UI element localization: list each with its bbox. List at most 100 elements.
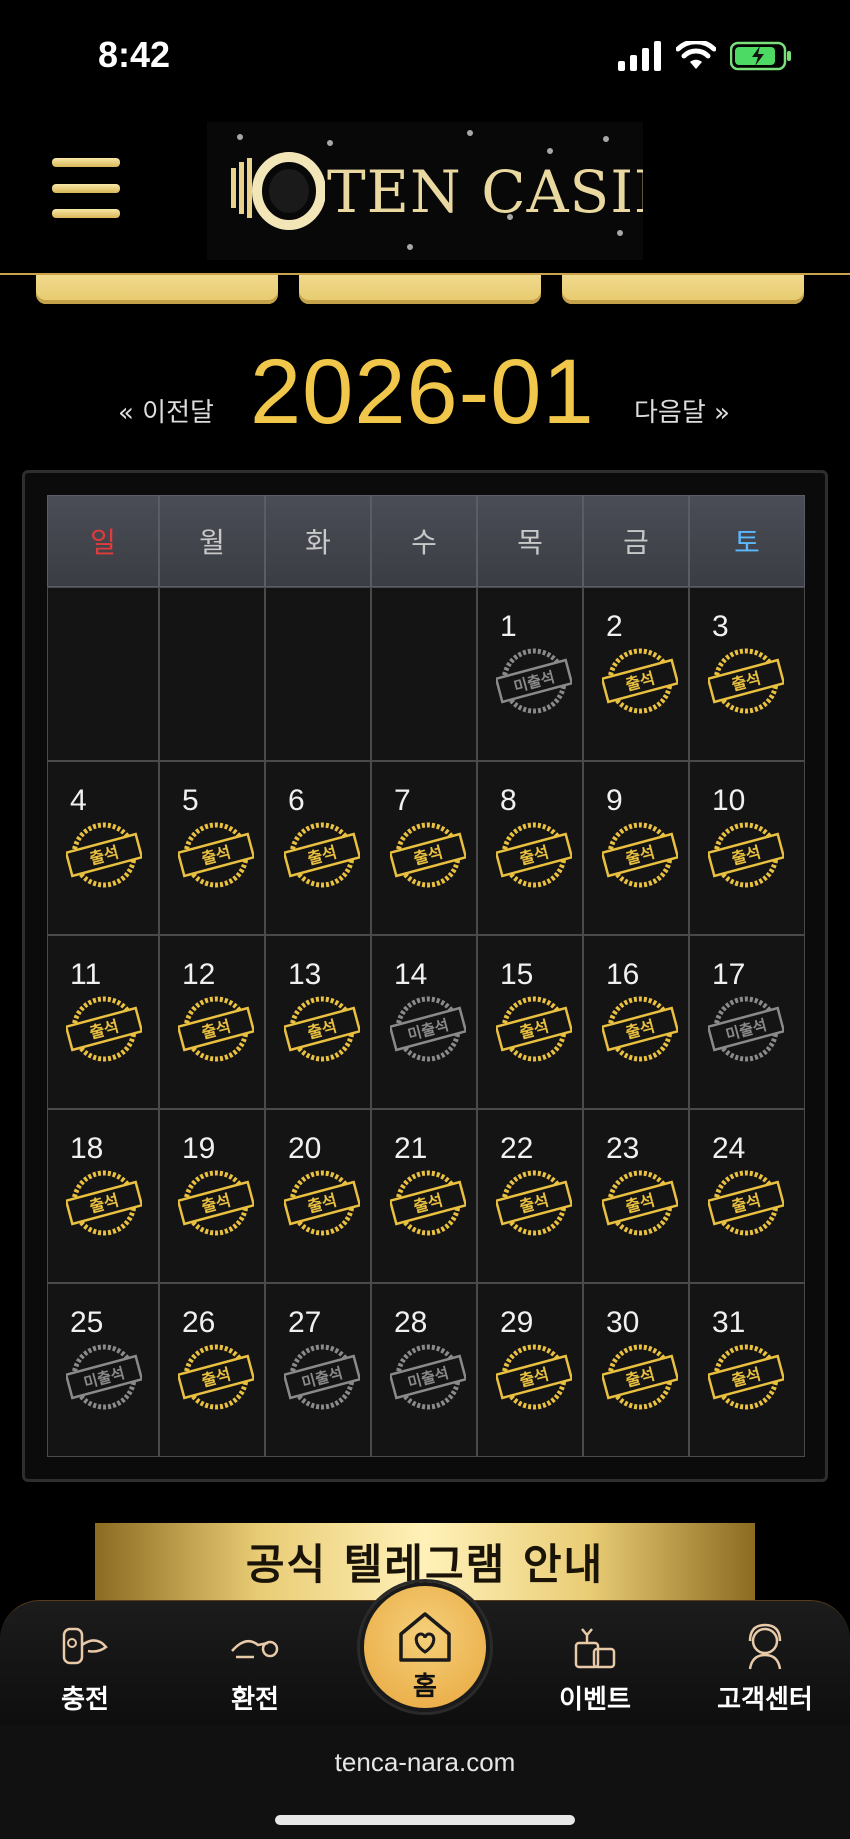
calendar-day-cell[interactable]: 6 출석 (265, 761, 371, 935)
attendance-stamp-icon: 출석 (496, 996, 572, 1062)
day-number: 21 (394, 1132, 428, 1165)
day-number: 23 (606, 1132, 640, 1165)
deposit-icon (62, 1627, 108, 1665)
wifi-icon (676, 41, 716, 69)
calendar-day-cell[interactable]: 8 출석 (477, 761, 583, 935)
day-number: 9 (606, 784, 623, 817)
home-heart-icon (399, 1612, 451, 1662)
day-number: 11 (70, 958, 102, 991)
nav-withdraw[interactable]: 환전 (170, 1601, 340, 1726)
day-number: 10 (712, 784, 746, 817)
calendar-day-cell[interactable]: 21 출석 (371, 1109, 477, 1283)
calendar-day-cell[interactable]: 18 출석 (47, 1109, 159, 1283)
attendance-stamp-icon: 출석 (708, 1344, 784, 1410)
attendance-stamp-icon: 출석 (66, 1170, 142, 1236)
attendance-stamp-icon: 출석 (602, 1344, 678, 1410)
calendar-day-cell[interactable]: 25 미출석 (47, 1283, 159, 1457)
nav-label-home: 홈 (413, 1672, 437, 1702)
calendar-day-cell[interactable]: 13 출석 (265, 935, 371, 1109)
attendance-stamp-icon: 출석 (66, 822, 142, 888)
day-number: 30 (606, 1306, 640, 1339)
hamburger-menu-icon[interactable] (52, 158, 120, 218)
calendar-empty-cell (371, 587, 477, 761)
calendar-day-cell[interactable]: 4 출석 (47, 761, 159, 935)
calendar-day-cell[interactable]: 14 미출석 (371, 935, 477, 1109)
day-number: 22 (500, 1132, 534, 1165)
nav-deposit[interactable]: 충전 (0, 1601, 170, 1726)
calendar-day-cell[interactable]: 16 출석 (583, 935, 689, 1109)
day-number: 18 (70, 1132, 104, 1165)
calendar-day-cell[interactable]: 10 출석 (689, 761, 805, 935)
attendance-stamp-icon: 출석 (284, 1170, 360, 1236)
calendar-day-cell[interactable]: 12 출석 (159, 935, 265, 1109)
absence-stamp-icon: 미출석 (496, 648, 572, 714)
prev-month-link[interactable]: « 이전달 (118, 392, 214, 429)
weekday-header-cell: 목 (477, 495, 583, 587)
attendance-stamp-icon: 출석 (708, 1170, 784, 1236)
calendar-week-row: 25 미출석 26 출석 27 미출석 28 미출석 29 출석 30 출석 31 출석 (47, 1283, 805, 1457)
home-indicator (275, 1815, 575, 1825)
absence-stamp-icon: 미출석 (284, 1344, 360, 1410)
day-number: 31 (712, 1306, 746, 1339)
calendar-day-cell[interactable]: 20 출석 (265, 1109, 371, 1283)
calendar-day-cell[interactable]: 7 출석 (371, 761, 477, 935)
day-number: 27 (288, 1306, 322, 1339)
day-number: 20 (288, 1132, 322, 1165)
attendance-stamp-icon: 출석 (602, 996, 678, 1062)
next-month-link[interactable]: 다음달 » (634, 392, 730, 429)
calendar-day-cell[interactable]: 22 출석 (477, 1109, 583, 1283)
attendance-stamp-icon: 출석 (284, 822, 360, 888)
calendar-week-row: 1 미출석 2 출석 3 출석 (47, 587, 805, 761)
logo-emblem-icon (231, 152, 325, 230)
calendar-day-cell[interactable]: 26 출석 (159, 1283, 265, 1457)
calendar-week-row: 4 출석 5 출석 6 출석 7 출석 8 출석 9 출석 10 출석 (47, 761, 805, 935)
calendar-day-cell[interactable]: 23 출석 (583, 1109, 689, 1283)
calendar-day-cell[interactable]: 2 출석 (583, 587, 689, 761)
calendar-day-cell[interactable]: 15 출석 (477, 935, 583, 1109)
calendar-day-cell[interactable]: 27 미출석 (265, 1283, 371, 1457)
calendar-day-cell[interactable]: 17 미출석 (689, 935, 805, 1109)
calendar-day-cell[interactable]: 19 출석 (159, 1109, 265, 1283)
day-number: 19 (182, 1132, 216, 1165)
browser-url-bar[interactable]: tenca-nara.com (0, 1725, 850, 1839)
day-number: 1 (500, 610, 517, 643)
nav-home-button[interactable]: 홈 (360, 1582, 490, 1712)
calendar-empty-cell (265, 587, 371, 761)
gift-icon (574, 1628, 616, 1669)
calendar-day-cell[interactable]: 5 출석 (159, 761, 265, 935)
day-number: 7 (394, 784, 411, 817)
attendance-stamp-icon: 출석 (390, 822, 466, 888)
nav-event[interactable]: 이벤트 (510, 1601, 680, 1726)
logo-text: TEN CASINO (327, 158, 643, 226)
day-number: 15 (500, 958, 534, 991)
calendar-day-cell[interactable]: 31 출석 (689, 1283, 805, 1457)
attendance-stamp-icon: 출석 (496, 1170, 572, 1236)
weekday-header: 일월화수목금토 (47, 495, 805, 587)
attendance-stamp-icon: 출석 (602, 822, 678, 888)
support-icon (748, 1623, 782, 1670)
calendar-day-cell[interactable]: 9 출석 (583, 761, 689, 935)
calendar-day-cell[interactable]: 28 미출석 (371, 1283, 477, 1457)
calendar-day-cell[interactable]: 3 출석 (689, 587, 805, 761)
calendar-day-cell[interactable]: 30 출석 (583, 1283, 689, 1457)
nav-support[interactable]: 고객센터 (680, 1601, 850, 1726)
attendance-stamp-icon: 출석 (66, 996, 142, 1062)
site-logo[interactable]: TEN CASINO (207, 122, 643, 260)
status-time: 8:42 (98, 34, 171, 75)
day-number: 5 (182, 784, 199, 817)
day-number: 2 (606, 610, 623, 643)
attendance-stamp-icon: 출석 (284, 996, 360, 1062)
calendar-day-cell[interactable]: 11 출석 (47, 935, 159, 1109)
weekday-header-cell: 월 (159, 495, 265, 587)
calendar-empty-cell (47, 587, 159, 761)
calendar-week-row: 11 출석 12 출석 13 출석 14 미출석 15 출석 16 출석 17 미출석 (47, 935, 805, 1109)
attendance-stamp-icon: 출석 (602, 1170, 678, 1236)
absence-stamp-icon: 미출석 (708, 996, 784, 1062)
day-number: 28 (394, 1306, 428, 1339)
calendar-day-cell[interactable]: 29 출석 (477, 1283, 583, 1457)
withdraw-icon (231, 1639, 279, 1659)
calendar-day-cell[interactable]: 24 출석 (689, 1109, 805, 1283)
attendance-calendar: 일월화수목금토 1 미출석 2 출석 3 출석 4 출석 5 출석 6 출석 7 출석 8 출석 9 출석 10 출석… (22, 470, 828, 1482)
calendar-day-cell[interactable]: 1 미출석 (477, 587, 583, 761)
day-number: 29 (500, 1306, 534, 1339)
